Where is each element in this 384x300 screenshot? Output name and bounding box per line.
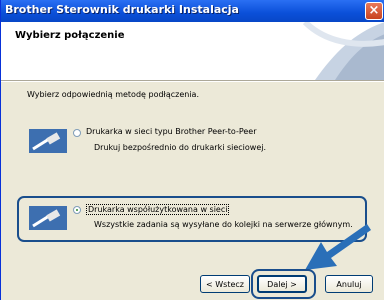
radio-peer-to-peer[interactable] bbox=[73, 129, 81, 137]
network-cable-icon bbox=[29, 206, 67, 230]
radio-shared-printer[interactable] bbox=[73, 206, 81, 214]
option-label: Drukarka współużytkowana w sieci bbox=[86, 204, 230, 215]
title-bar[interactable]: Brother Sterownik drukarki Instalacja × bbox=[1, 0, 384, 22]
wizard-header: Wybierz połączenie bbox=[1, 22, 384, 80]
next-button[interactable]: Dalej > bbox=[257, 275, 307, 293]
back-button[interactable]: < Wstecz bbox=[200, 275, 250, 293]
page-title: Wybierz połączenie bbox=[15, 30, 125, 41]
window-title: Brother Sterownik drukarki Instalacja bbox=[5, 3, 239, 16]
close-button[interactable]: × bbox=[365, 2, 383, 20]
option-label: Drukarka w sieci typu Brother Peer-to-Pe… bbox=[86, 127, 257, 136]
connection-prompt: Wybierz odpowiednią metodę podłączenia. bbox=[27, 90, 199, 99]
option-peer-to-peer[interactable]: Drukarka w sieci typu Brother Peer-to-Pe… bbox=[1, 123, 384, 167]
pointer-arrow-icon bbox=[305, 224, 371, 270]
header-graphic-icon bbox=[302, 22, 384, 80]
header-divider bbox=[1, 80, 384, 82]
option-description: Drukuj bezpośrednio do drukarki sieciowe… bbox=[94, 143, 267, 152]
cancel-button[interactable]: Anuluj bbox=[325, 275, 373, 293]
network-cable-icon bbox=[29, 129, 67, 153]
installer-window: Brother Sterownik drukarki Instalacja × … bbox=[0, 0, 384, 300]
